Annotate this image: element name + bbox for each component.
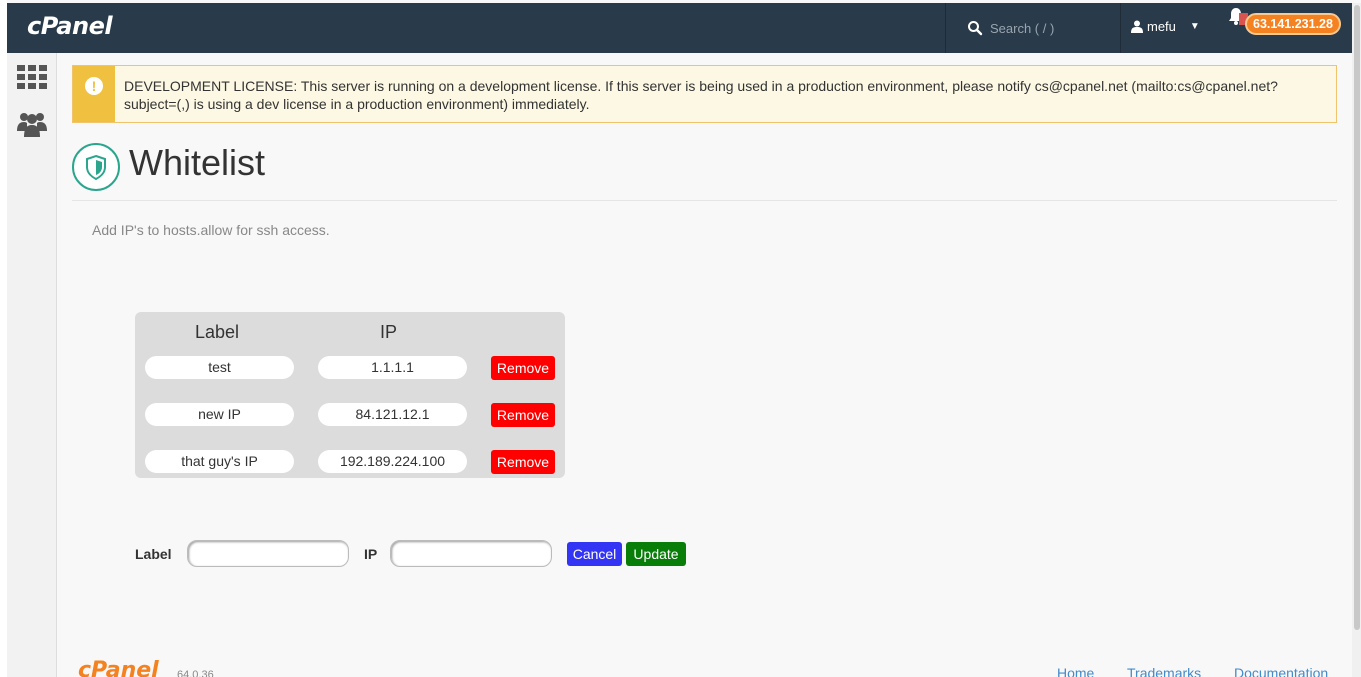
- row-ip-cell: 192.189.224.100: [318, 450, 467, 473]
- server-ip-badge: 63.141.231.28: [1245, 13, 1341, 35]
- scrollbar-thumb[interactable]: [1354, 5, 1360, 630]
- remove-button[interactable]: Remove: [491, 403, 555, 427]
- sidebar: [7, 53, 57, 677]
- footer-version: 64.0.36: [177, 669, 214, 677]
- search-input[interactable]: [990, 18, 1110, 38]
- user-menu[interactable]: mefu ▼: [1131, 19, 1200, 34]
- exclamation-icon: !: [85, 77, 103, 95]
- title-divider: [72, 200, 1337, 201]
- grid-icon[interactable]: [17, 63, 47, 93]
- alert-stripe: !: [73, 66, 115, 122]
- search-box: [945, 3, 1121, 53]
- user-icon: [1131, 20, 1143, 33]
- top-navbar: cPanel mefu ▼ 63.141.231.28: [7, 3, 1352, 53]
- username: mefu: [1147, 19, 1176, 34]
- shield-icon: [72, 143, 120, 191]
- column-header-label: Label: [195, 322, 240, 342]
- page-description: Add IP's to hosts.allow for ssh access.: [92, 222, 330, 238]
- whitelist-table: Label IP test 1.1.1.1 Remove new IP 84.1…: [135, 312, 565, 478]
- search-icon: [968, 21, 983, 36]
- label-field-caption: Label: [135, 546, 172, 562]
- row-label-cell: that guy's IP: [145, 450, 294, 473]
- dev-license-alert: ! DEVELOPMENT LICENSE: This server is ru…: [72, 65, 1337, 123]
- ip-input[interactable]: [390, 540, 552, 567]
- column-header-ip: IP: [380, 322, 398, 342]
- footer-link-home[interactable]: Home: [1057, 665, 1094, 677]
- footer-link-documentation[interactable]: Documentation: [1234, 665, 1328, 677]
- label-input[interactable]: [187, 540, 349, 567]
- remove-button[interactable]: Remove: [491, 356, 555, 380]
- ip-field-caption: IP: [364, 546, 378, 562]
- row-label-cell: new IP: [145, 403, 294, 426]
- window-edge: [0, 0, 7, 677]
- users-icon[interactable]: [17, 109, 47, 139]
- chevron-down-icon: ▼: [1189, 21, 1200, 32]
- footer-link-trademarks[interactable]: Trademarks: [1127, 665, 1201, 677]
- footer-cpanel-logo[interactable]: cPanel: [78, 658, 159, 677]
- row-ip-cell: 1.1.1.1: [318, 356, 467, 379]
- page-title: Whitelist: [129, 142, 266, 183]
- row-label-cell: test: [145, 356, 294, 379]
- cancel-button[interactable]: Cancel: [567, 542, 622, 566]
- alert-text: DEVELOPMENT LICENSE: This server is runn…: [124, 78, 1278, 112]
- row-ip-cell: 84.121.12.1: [318, 403, 467, 426]
- remove-button[interactable]: Remove: [491, 450, 555, 474]
- update-button[interactable]: Update: [626, 542, 686, 566]
- cpanel-logo[interactable]: cPanel: [27, 12, 113, 40]
